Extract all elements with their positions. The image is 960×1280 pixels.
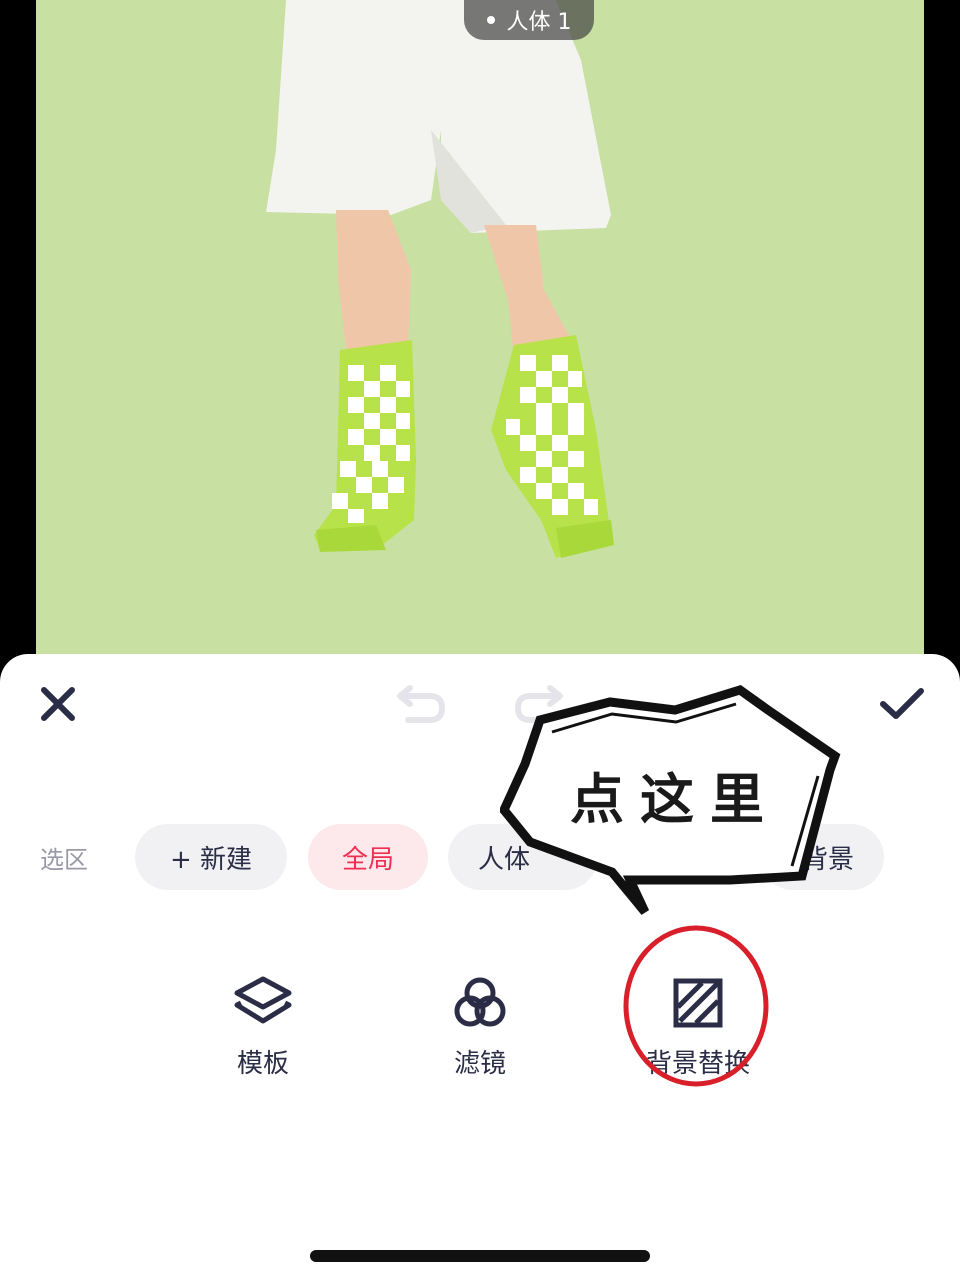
selection-label: 选区 — [40, 846, 88, 874]
bubble-text: 点这里 — [570, 768, 780, 831]
check-icon[interactable] — [878, 686, 926, 722]
dot-icon — [486, 16, 495, 24]
tool-filter[interactable]: 滤镜 — [415, 975, 545, 1080]
tool-template-label: 模板 — [236, 1049, 289, 1079]
person-selection-chip[interactable]: 人体 1 — [464, 0, 594, 40]
highlight-circle-annotation — [623, 925, 769, 1087]
tool-template[interactable]: 模板 — [198, 975, 328, 1080]
person-chip-label: 人体 1 — [506, 10, 572, 35]
chip-global[interactable]: 全局 — [308, 824, 428, 890]
home-indicator — [310, 1250, 650, 1262]
filter-circles-icon — [454, 977, 506, 1027]
photo-canvas[interactable]: 人体 1 — [36, 0, 924, 690]
undo-icon[interactable] — [396, 682, 448, 724]
layers-icon — [234, 976, 292, 1024]
chip-new[interactable]: + 新建 — [135, 824, 287, 890]
photo-illustration — [266, 0, 614, 558]
close-icon[interactable] — [38, 684, 78, 724]
tool-filter-label: 滤镜 — [453, 1049, 506, 1079]
